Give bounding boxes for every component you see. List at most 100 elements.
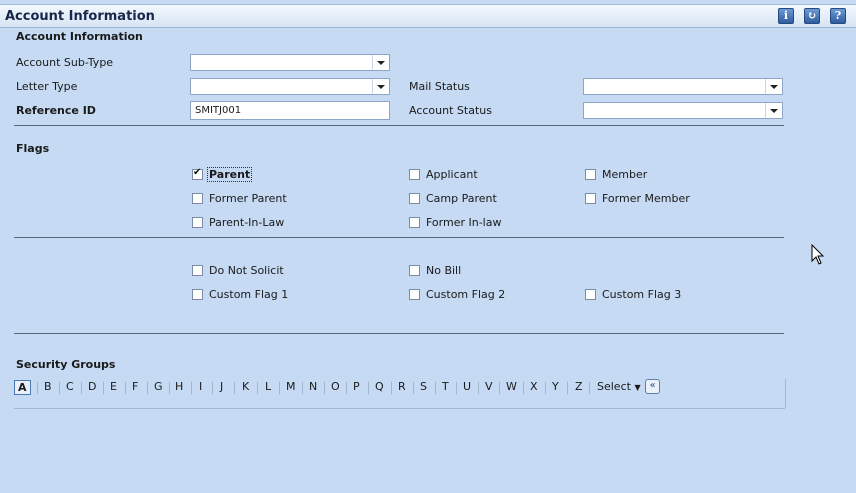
alpha-letter-z[interactable]: Z <box>575 380 583 393</box>
letter-separator <box>302 382 303 394</box>
alpha-letter-r[interactable]: R <box>398 380 406 393</box>
account-sub-type-select[interactable] <box>190 54 390 71</box>
alpha-letter-l[interactable]: L <box>265 380 271 393</box>
letter-type-label: Letter Type <box>16 80 78 93</box>
applicant-label[interactable]: Applicant <box>426 168 478 181</box>
letter-separator <box>346 382 347 394</box>
refresh-icon[interactable]: ↻ <box>804 8 820 24</box>
alpha-letter-t[interactable]: T <box>442 380 449 393</box>
alpha-letter-n[interactable]: N <box>309 380 317 393</box>
alpha-letter-k[interactable]: K <box>242 380 249 393</box>
alpha-bar-border <box>14 408 785 409</box>
letter-type-select[interactable] <box>190 78 390 95</box>
alpha-letter-w[interactable]: W <box>506 380 517 393</box>
member-checkbox[interactable] <box>585 169 596 180</box>
account-status-select[interactable] <box>583 102 783 119</box>
letter-separator <box>478 382 479 394</box>
camp-parent-label[interactable]: Camp Parent <box>426 192 497 205</box>
alpha-letter-x[interactable]: X <box>530 380 538 393</box>
help-icon[interactable]: ? <box>830 8 846 24</box>
custom-flag-3-checkbox[interactable] <box>585 289 596 300</box>
alpha-letter-u[interactable]: U <box>463 380 471 393</box>
alpha-letter-m[interactable]: M <box>286 380 296 393</box>
custom-flag-2-checkbox[interactable] <box>409 289 420 300</box>
alpha-letter-p[interactable]: P <box>353 380 360 393</box>
alpha-letter-i[interactable]: I <box>199 380 202 393</box>
letter-separator <box>147 382 148 394</box>
info-icon[interactable]: i <box>778 8 794 24</box>
former-in-law-checkbox[interactable] <box>409 217 420 228</box>
alpha-letter-q[interactable]: Q <box>375 380 384 393</box>
alpha-letter-h[interactable]: H <box>175 380 183 393</box>
alpha-bar-border <box>785 379 786 408</box>
no-bill-label[interactable]: No Bill <box>426 264 461 277</box>
reference-id-input[interactable]: SMITJ001 <box>190 101 390 120</box>
alpha-letter-o[interactable]: O <box>331 380 340 393</box>
alpha-letter-b[interactable]: B <box>44 380 52 393</box>
security-groups-heading: Security Groups <box>16 358 116 371</box>
letter-separator <box>499 382 500 394</box>
alpha-letter-f[interactable]: F <box>132 380 138 393</box>
caret-down-icon: ▼ <box>634 383 641 392</box>
former-member-checkbox[interactable] <box>585 193 596 204</box>
letter-separator <box>81 382 82 394</box>
do-not-solicit-label[interactable]: Do Not Solicit <box>209 264 284 277</box>
former-parent-label[interactable]: Former Parent <box>209 192 287 205</box>
former-parent-checkbox[interactable] <box>192 193 203 204</box>
alpha-letter-e[interactable]: E <box>110 380 117 393</box>
account-sub-type-label: Account Sub-Type <box>16 56 114 69</box>
custom-flag-1-label[interactable]: Custom Flag 1 <box>209 288 288 301</box>
parent-in-law-checkbox[interactable] <box>192 217 203 228</box>
custom-flag-1-checkbox[interactable] <box>192 289 203 300</box>
letter-separator <box>589 382 590 394</box>
camp-parent-checkbox[interactable] <box>409 193 420 204</box>
letter-separator <box>567 382 568 394</box>
letter-separator <box>191 382 192 394</box>
alpha-letter-a[interactable]: A <box>14 380 31 395</box>
alpha-letter-y[interactable]: Y <box>552 380 559 393</box>
letter-separator <box>368 382 369 394</box>
parent-checkbox[interactable] <box>192 167 203 180</box>
former-in-law-label[interactable]: Former In-law <box>426 216 501 229</box>
custom-flag-2-label[interactable]: Custom Flag 2 <box>426 288 505 301</box>
letter-separator <box>103 382 104 394</box>
panel-title: Account Information <box>5 9 155 24</box>
letter-separator <box>234 382 235 394</box>
letter-separator <box>523 382 524 394</box>
chevron-down-icon[interactable] <box>765 103 782 118</box>
select-menu-label: Select <box>597 380 631 393</box>
letter-separator <box>125 382 126 394</box>
former-member-label[interactable]: Former Member <box>602 192 690 205</box>
alpha-letter-c[interactable]: C <box>66 380 74 393</box>
do-not-solicit-checkbox[interactable] <box>192 265 203 276</box>
letter-separator <box>413 382 414 394</box>
chevron-down-icon[interactable] <box>372 55 389 70</box>
alpha-letter-d[interactable]: D <box>88 380 96 393</box>
mouse-cursor-icon <box>811 244 825 265</box>
applicant-checkbox[interactable] <box>409 169 420 180</box>
custom-flag-3-label[interactable]: Custom Flag 3 <box>602 288 681 301</box>
account-status-label: Account Status <box>409 104 492 117</box>
alpha-letter-g[interactable]: G <box>154 380 163 393</box>
mail-status-label: Mail Status <box>409 80 470 93</box>
letter-separator <box>456 382 457 394</box>
letter-separator <box>212 382 213 394</box>
alpha-letter-s[interactable]: S <box>420 380 427 393</box>
mail-status-select[interactable] <box>583 78 783 95</box>
chevron-down-icon[interactable] <box>372 79 389 94</box>
alpha-letter-v[interactable]: V <box>485 380 493 393</box>
no-bill-checkbox[interactable] <box>409 265 420 276</box>
section-divider <box>14 125 784 126</box>
letter-separator <box>391 382 392 394</box>
letter-separator <box>169 382 170 394</box>
member-label[interactable]: Member <box>602 168 647 181</box>
letter-separator <box>59 382 60 394</box>
select-menu[interactable]: Select ▼ <box>597 380 641 393</box>
chevron-down-icon[interactable] <box>765 79 782 94</box>
parent-in-law-label[interactable]: Parent-In-Law <box>209 216 284 229</box>
letter-separator <box>545 382 546 394</box>
rewind-icon[interactable]: « <box>645 379 660 394</box>
flags-heading: Flags <box>16 142 50 155</box>
parent-label[interactable]: Parent <box>206 167 253 182</box>
alpha-letter-j[interactable]: J <box>220 380 223 393</box>
